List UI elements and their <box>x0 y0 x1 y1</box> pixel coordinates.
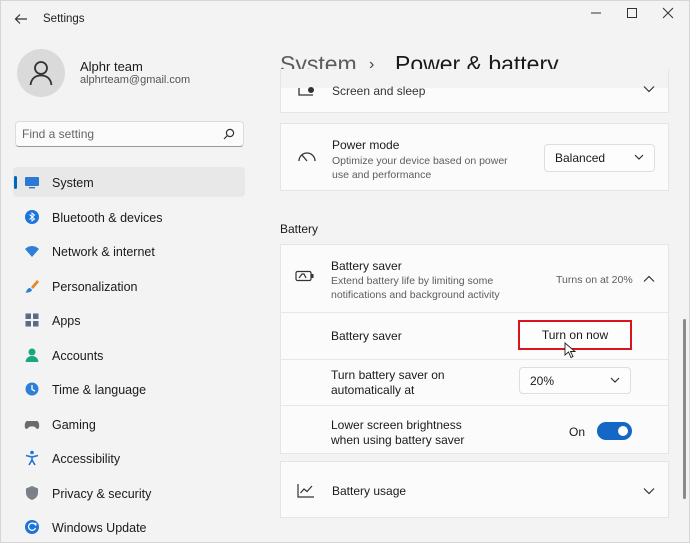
auto-saver-threshold-dropdown[interactable]: 20% <box>519 367 631 394</box>
sidebar-item-personalization[interactable]: Personalization <box>13 271 245 301</box>
sidebar-item-label: Personalization <box>52 279 138 294</box>
speedometer-icon <box>298 152 316 162</box>
content-scrollbar[interactable] <box>683 319 686 499</box>
brightness-label-line2: when using battery saver <box>331 433 465 447</box>
search-box[interactable] <box>15 121 244 147</box>
brightness-toggle-state: On <box>569 425 586 439</box>
sidebar-item-privacy[interactable]: Privacy & security <box>13 478 245 508</box>
battery-section-label: Battery <box>280 222 319 236</box>
monitor-icon <box>25 177 39 189</box>
globe-clock-icon <box>25 382 39 396</box>
sidebar-item-label: Gaming <box>52 417 96 432</box>
bluetooth-icon <box>25 209 39 224</box>
sidebar-item-accounts[interactable]: Accounts <box>13 340 245 370</box>
back-arrow-icon[interactable] <box>13 11 29 27</box>
sidebar-item-label: Apps <box>52 314 81 328</box>
sidebar-item-bluetooth[interactable]: Bluetooth & devices <box>13 202 245 232</box>
sidebar-item-label: Time & language <box>52 383 147 397</box>
power-mode-title: Power mode <box>332 138 400 152</box>
battery-saver-title: Battery saver <box>331 259 402 273</box>
battery-saver-row-label: Battery saver <box>331 329 402 343</box>
sidebar-item-label: Privacy & security <box>52 486 152 501</box>
sidebar-item-network[interactable]: Network & internet <box>13 236 245 266</box>
chevron-down-icon <box>634 154 644 160</box>
settings-window: Settings Alphr team alphrteam@gmail.com <box>0 0 690 543</box>
row-divider <box>280 405 669 406</box>
sidebar-item-time-language[interactable]: Time & language <box>13 374 245 404</box>
close-icon[interactable] <box>655 5 681 21</box>
battery-saver-desc-line1: Extend battery life by limiting some <box>331 275 494 287</box>
search-input[interactable] <box>22 125 212 143</box>
title-bar: Settings <box>1 1 689 39</box>
power-mode-card: Power mode Optimize your device based on… <box>280 123 669 191</box>
screen-sleep-icon <box>298 87 314 96</box>
row-divider <box>280 359 669 360</box>
search-icon[interactable] <box>223 128 235 140</box>
person-icon <box>25 348 39 362</box>
sidebar-item-apps[interactable]: Apps <box>13 305 245 335</box>
sidebar-item-label: Bluetooth & devices <box>52 210 163 225</box>
auto-saver-label-line1: Turn battery saver on <box>331 368 445 382</box>
brightness-label-line1: Lower screen brightness <box>331 418 462 432</box>
chevron-up-icon[interactable] <box>643 275 655 283</box>
sidebar-item-label: System <box>52 176 94 190</box>
minimize-icon[interactable] <box>583 5 609 21</box>
power-mode-dropdown[interactable]: Balanced <box>544 144 655 172</box>
shield-icon <box>26 485 38 500</box>
accessibility-icon <box>25 450 39 466</box>
account-name: Alphr team <box>80 59 143 74</box>
battery-usage-card[interactable]: Battery usage <box>280 461 669 518</box>
account-email: alphrteam@gmail.com <box>80 74 191 86</box>
sidebar-nav: System Bluetooth & devices Network & int… <box>13 167 245 542</box>
brightness-toggle[interactable] <box>597 422 632 440</box>
avatar[interactable] <box>17 49 65 97</box>
sidebar-item-system[interactable]: System <box>13 167 245 197</box>
auto-saver-label-line2: automatically at <box>331 383 415 397</box>
chevron-down-icon <box>610 377 620 383</box>
chart-line-icon <box>297 484 314 498</box>
mouse-cursor-icon <box>564 342 576 359</box>
controller-icon <box>24 420 40 429</box>
screen-sleep-card[interactable]: Screen and sleep <box>280 69 669 113</box>
battery-saver-icon <box>295 270 314 282</box>
wifi-icon <box>25 246 39 257</box>
apps-grid-icon <box>25 313 39 327</box>
sidebar-item-accessibility[interactable]: Accessibility <box>13 443 245 473</box>
auto-saver-threshold-value: 20% <box>530 374 555 388</box>
update-icon <box>25 520 39 534</box>
sidebar-item-label: Windows Update <box>52 521 147 535</box>
sidebar-item-windows-update[interactable]: Windows Update <box>13 512 245 542</box>
sidebar-item-label: Accounts <box>52 348 104 363</box>
person-avatar-icon <box>29 61 53 86</box>
battery-saver-desc-line2: notifications and background activity <box>331 289 500 301</box>
battery-saver-status: Turns on at 20% <box>556 274 633 286</box>
row-divider <box>280 312 669 313</box>
power-mode-value: Balanced <box>555 151 606 165</box>
maximize-icon[interactable] <box>619 5 645 21</box>
brush-icon <box>25 279 39 293</box>
power-mode-desc-line1: Optimize your device based on power <box>332 155 508 167</box>
chevron-down-icon[interactable] <box>643 85 655 93</box>
app-title: Settings <box>43 13 85 25</box>
sidebar-item-gaming[interactable]: Gaming <box>13 409 245 439</box>
screen-sleep-title: Screen and sleep <box>332 84 426 98</box>
sidebar-item-label: Network & internet <box>52 245 155 259</box>
power-mode-desc-line2: use and performance <box>332 169 432 181</box>
chevron-down-icon <box>643 488 655 495</box>
battery-usage-title: Battery usage <box>332 484 407 498</box>
sidebar-item-label: Accessibility <box>52 452 121 466</box>
